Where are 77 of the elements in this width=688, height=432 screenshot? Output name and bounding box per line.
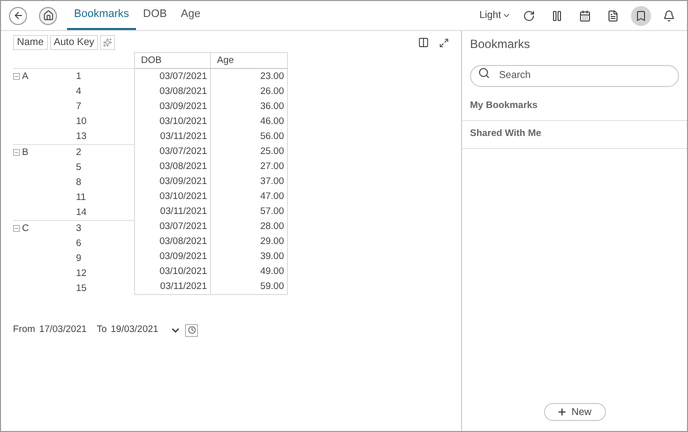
- theme-dropdown[interactable]: Light: [479, 8, 511, 23]
- table-cell-text: 1: [76, 70, 82, 84]
- from-label: From: [13, 323, 36, 337]
- section-row[interactable]: Shared With Me: [462, 120, 687, 148]
- field-chip[interactable]: Name: [13, 35, 48, 50]
- column-header: Age: [216, 54, 235, 68]
- table-cell-text: 49.00: [259, 265, 285, 279]
- group-label: A: [22, 71, 28, 83]
- table-cell-text: 5: [76, 161, 82, 175]
- table-cell: 03/09/2021: [135, 249, 211, 264]
- table-cell: 03/07/2021: [135, 69, 211, 84]
- search-field[interactable]: Search: [470, 64, 679, 86]
- back-button[interactable]: [9, 6, 27, 24]
- table-cell-text: 2: [76, 146, 82, 160]
- table-cell-text: 26.00: [259, 85, 285, 99]
- caret-icon: [502, 11, 511, 20]
- table-cell: 03/08/2021: [135, 159, 211, 174]
- expand-icon[interactable]: [439, 38, 449, 48]
- table-cell: 03/11/2021: [135, 204, 211, 219]
- group-label: C: [22, 223, 29, 235]
- table-cell-text: 23.00: [259, 70, 285, 84]
- search-icon: [478, 67, 490, 79]
- table-cell: 03/07/2021: [135, 219, 211, 234]
- table-cell-text: 56.00: [259, 130, 285, 144]
- table-cell-text: 37.00: [259, 175, 285, 189]
- table-cell-text: 12: [76, 267, 87, 281]
- table-cell: 03/08/2021: [135, 84, 211, 99]
- to-date[interactable]: 19/03/2021: [110, 323, 158, 338]
- table-cell: 03/09/2021: [135, 174, 211, 189]
- table-cell-text: 8: [76, 176, 82, 190]
- table-cell-text: 7: [76, 100, 82, 114]
- table-cell-text: 47.00: [259, 190, 285, 204]
- table-cell-text: 15: [76, 282, 87, 296]
- table-cell: 03/10/2021: [135, 114, 211, 129]
- new-button[interactable]: New: [544, 403, 606, 421]
- home-button[interactable]: [39, 6, 57, 24]
- table-cell: 03/07/2021: [135, 144, 211, 159]
- table-cell-text: 9: [76, 252, 82, 266]
- table-cell-text: 14: [76, 206, 87, 220]
- table-cell-text: 59.00: [259, 280, 285, 294]
- table-cell-text: 4: [76, 85, 82, 99]
- table-cell-text: 29.00: [259, 235, 285, 249]
- column-header: DOB: [135, 53, 211, 68]
- table-cell-text: 27.00: [259, 160, 285, 174]
- table-cell-text: 46.00: [259, 115, 285, 129]
- plus-icon: [557, 407, 568, 417]
- table-cell: 03/10/2021: [135, 264, 211, 279]
- table-cell: 03/10/2021: [135, 189, 211, 204]
- to-label: To: [96, 323, 107, 337]
- table-cell-text: 3: [76, 222, 82, 236]
- table-cell-text: 28.00: [259, 220, 285, 234]
- table-cell-text: 11: [76, 191, 87, 205]
- group-label: B: [22, 147, 28, 159]
- table-cell-text: 39.00: [259, 250, 285, 264]
- table-cell-text: 57.00: [259, 205, 285, 219]
- table-cell-text: 25.00: [259, 145, 285, 159]
- table-cell: 03/08/2021: [135, 234, 211, 249]
- back-arrow-icon: [12, 10, 24, 21]
- from-date[interactable]: 17/03/2021: [39, 323, 87, 338]
- table-cell: 03/11/2021: [135, 129, 211, 144]
- tab[interactable]: Bookmarks: [67, 1, 136, 30]
- table-cell-text: 6: [76, 237, 82, 251]
- table-cell-text: 13: [76, 130, 87, 144]
- clock-button[interactable]: [185, 324, 198, 337]
- tab[interactable]: DOB: [136, 1, 174, 30]
- table-cell: 03/11/2021: [135, 279, 211, 294]
- sparkle-icon[interactable]: [100, 35, 116, 50]
- field-chip[interactable]: Auto Key: [50, 35, 98, 50]
- section-row[interactable]: My Bookmarks: [462, 92, 687, 120]
- columns-icon[interactable]: [418, 37, 429, 48]
- table-cell: 03/09/2021: [135, 99, 211, 114]
- home-icon: [42, 10, 54, 21]
- bookmark-icon[interactable]: [631, 6, 651, 26]
- tab[interactable]: Age: [174, 1, 208, 30]
- panel-title: Bookmarks: [469, 36, 532, 53]
- table-cell-text: 10: [76, 115, 87, 129]
- table-cell-text: 36.00: [259, 100, 285, 114]
